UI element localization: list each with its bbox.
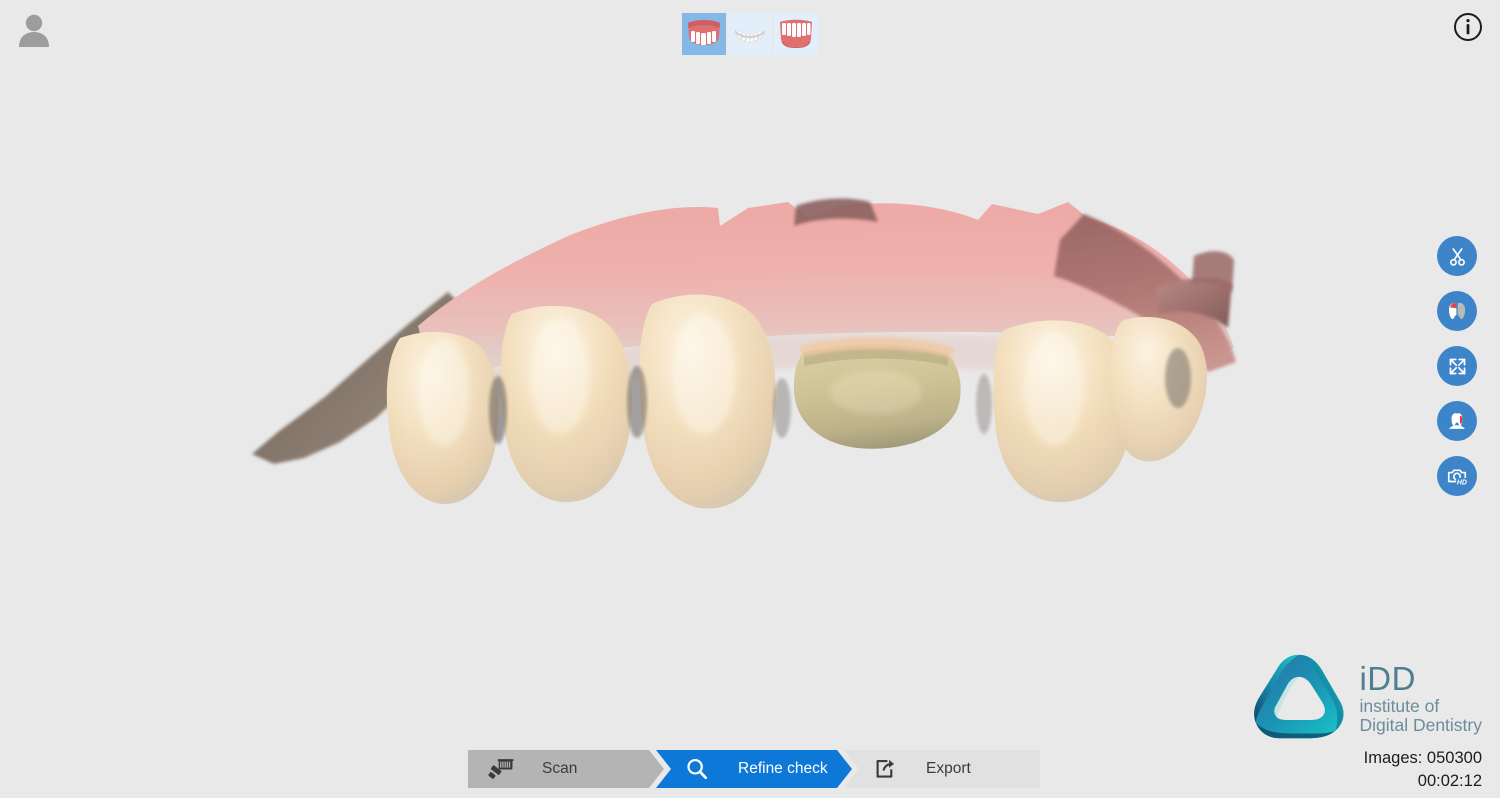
- scissors-icon: [1449, 247, 1465, 266]
- workflow-step-refine-check[interactable]: Refine check: [656, 750, 852, 788]
- arch-thumb-upper[interactable]: [682, 13, 726, 55]
- workflow-step-export-label: Export: [926, 760, 971, 777]
- camera-hd-icon: HD: [1447, 469, 1467, 486]
- trim-tool-button[interactable]: [1437, 236, 1477, 276]
- branding-block: iDD institute of Digital Dentistry: [1251, 652, 1482, 744]
- workflow-step-export[interactable]: Export: [844, 750, 1040, 788]
- share-export-icon: [868, 756, 902, 782]
- fit-view-tool-button[interactable]: [1437, 346, 1477, 386]
- bite-arch-icon: [735, 30, 765, 43]
- workflow-step-scan[interactable]: Scan: [468, 750, 664, 788]
- right-tool-palette[interactable]: HD: [1437, 236, 1477, 496]
- idd-tagline-line2: Digital Dentistry: [1359, 714, 1482, 735]
- svg-text:HD: HD: [1457, 479, 1467, 486]
- idd-name: iDD: [1359, 660, 1416, 698]
- hd-photo-tool-button[interactable]: HD: [1437, 456, 1477, 496]
- idd-wordmark: iDD institute of Digital Dentistry: [1359, 661, 1482, 734]
- scanner-application-window: HD Scan Refine check Export iDD institut…: [0, 0, 1500, 798]
- image-count-label: Images: 050300: [1363, 749, 1482, 768]
- dental-arch-3d-model[interactable]: [248, 196, 1238, 516]
- idd-tagline-line1: institute of: [1359, 695, 1440, 716]
- lower-arch-icon: [780, 19, 812, 48]
- upper-arch-icon: [688, 20, 720, 45]
- workflow-step-scan-label: Scan: [542, 760, 578, 777]
- magnifier-icon: [680, 756, 714, 782]
- tooth-marker-tool-button[interactable]: [1437, 401, 1477, 441]
- info-circle-icon[interactable]: [1453, 12, 1483, 42]
- workflow-step-refine-check-label: Refine check: [738, 760, 828, 777]
- user-avatar-icon[interactable]: [16, 10, 52, 50]
- workflow-step-bar[interactable]: Scan Refine check Export: [468, 750, 1040, 788]
- scan-statistics: Images: 050300 00:02:12: [1364, 747, 1482, 792]
- tooth-marker-icon: [1449, 413, 1465, 429]
- color-toggle-tool-button[interactable]: [1437, 291, 1477, 331]
- color-monochrome-toggle-icon: [1449, 301, 1465, 321]
- arch-thumb-lower[interactable]: [774, 13, 818, 55]
- expand-arrows-icon: [1449, 358, 1465, 374]
- arch-thumbnail-strip[interactable]: [682, 13, 818, 55]
- scanner-wand-icon: [484, 756, 518, 782]
- arch-thumb-bite[interactable]: [728, 13, 772, 55]
- elapsed-time-label: 00:02:12: [1417, 771, 1482, 790]
- idd-triskelion-logo: [1254, 654, 1344, 739]
